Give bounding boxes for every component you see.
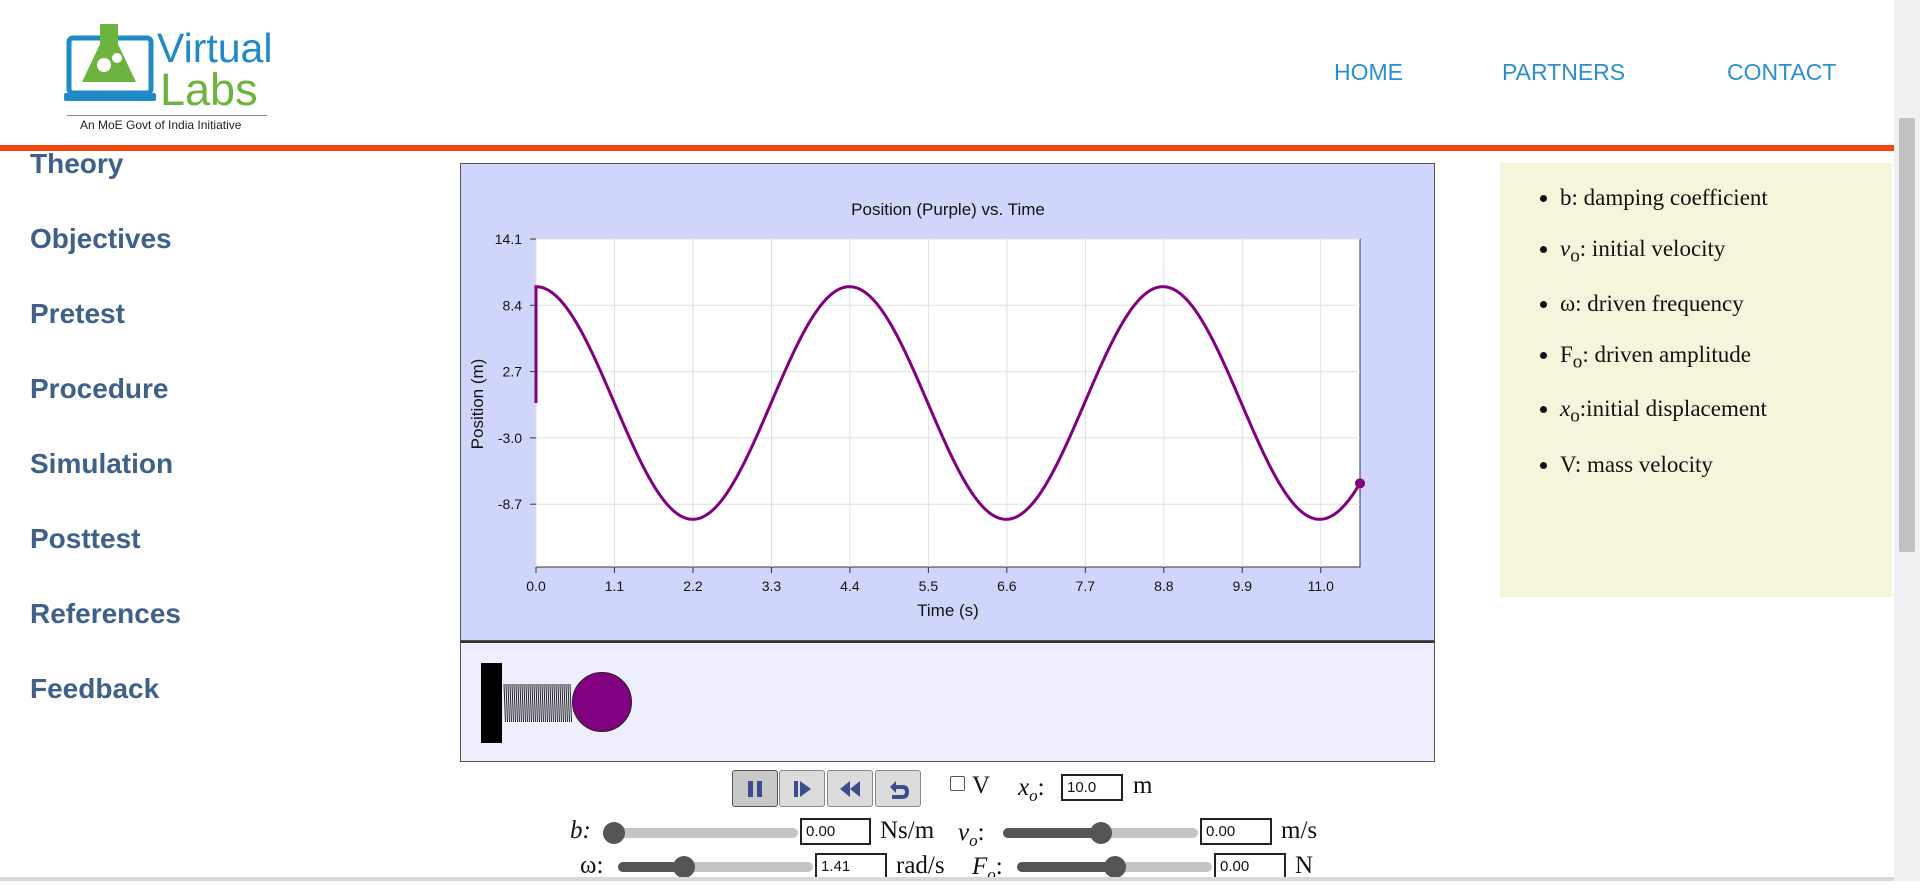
v0-unit: m/s bbox=[1281, 817, 1318, 844]
F0-slider-thumb[interactable] bbox=[1103, 856, 1126, 878]
spring-mass-simulation bbox=[460, 641, 1435, 762]
vertical-scrollbar-thumb[interactable] bbox=[1899, 118, 1915, 552]
v0-label: vo: bbox=[958, 819, 985, 850]
sidebar-item-simulation[interactable]: Simulation bbox=[30, 447, 173, 481]
step-forward-icon bbox=[794, 781, 811, 797]
x-tick-label: 3.3 bbox=[762, 578, 782, 594]
pause-button[interactable] bbox=[732, 770, 778, 807]
x-tick-label: 11.0 bbox=[1308, 578, 1334, 594]
F0-label: Fo: bbox=[972, 853, 1003, 884]
v-checkbox[interactable] bbox=[950, 776, 965, 791]
symbol-legend-panel: b: damping coefficient vo: initial veloc… bbox=[1500, 163, 1892, 597]
position-chart-panel: Position (Purple) vs. Time 0.0 1.1 2.2 3.3 4… bbox=[460, 163, 1435, 641]
step-forward-button[interactable] bbox=[779, 770, 825, 807]
x-tick-label: 0.0 bbox=[526, 578, 546, 594]
y-tick-label: 2.7 bbox=[503, 364, 523, 380]
sidebar-item-theory[interactable]: Theory bbox=[30, 147, 123, 181]
sidebar-item-posttest[interactable]: Posttest bbox=[30, 522, 140, 556]
logo-virtual: Virtual bbox=[157, 25, 273, 71]
sidebar-item-references[interactable]: References bbox=[30, 597, 181, 631]
series-end-point bbox=[1355, 478, 1365, 489]
pause-icon bbox=[748, 781, 762, 797]
rewind-button[interactable] bbox=[827, 770, 873, 807]
x-tick-label: 1.1 bbox=[605, 578, 625, 594]
plot-area bbox=[535, 238, 1361, 568]
y-tick-label: -3.0 bbox=[498, 430, 522, 446]
rewind-icon bbox=[840, 781, 860, 797]
x-tick-label: 2.2 bbox=[683, 578, 703, 594]
sidebar-item-procedure[interactable]: Procedure bbox=[30, 372, 169, 406]
logo-labs: Labs bbox=[160, 64, 258, 115]
x0-unit: m bbox=[1133, 772, 1153, 799]
v0-slider-fill bbox=[1003, 828, 1101, 838]
list-item: b: damping coefficient bbox=[1560, 185, 1768, 217]
vertical-scrollbar[interactable] bbox=[1894, 0, 1920, 881]
b-unit: Ns/m bbox=[880, 817, 935, 844]
omega-input[interactable]: 1.41 bbox=[815, 853, 887, 880]
sidebar-item-feedback[interactable]: Feedback bbox=[30, 672, 159, 706]
v0-input[interactable]: 0.00 bbox=[1200, 818, 1272, 845]
x-tick-label: 4.4 bbox=[840, 578, 860, 594]
nav-partners[interactable]: PARTNERS bbox=[1502, 58, 1625, 86]
x-tick-label: 6.6 bbox=[997, 578, 1017, 594]
sidebar-item-objectives[interactable]: Objectives bbox=[30, 222, 172, 256]
list-item: ω: driven frequency bbox=[1560, 291, 1744, 323]
F0-slider[interactable] bbox=[1017, 856, 1212, 878]
chart-title: Position (Purple) vs. Time bbox=[851, 200, 1045, 219]
spring-icon bbox=[503, 683, 572, 723]
list-item: V: mass velocity bbox=[1560, 452, 1713, 484]
y-axis-ticks: 14.1 8.4 2.7 -3.0 -8.7 bbox=[495, 231, 536, 512]
logo-tagline: An MoE Govt of India Initiative bbox=[80, 118, 242, 132]
x0-input[interactable]: 10.0 bbox=[1061, 774, 1123, 801]
sidebar-item-pretest[interactable]: Pretest bbox=[30, 297, 125, 331]
y-tick-label: 8.4 bbox=[503, 297, 523, 313]
b-input[interactable]: 0.00 bbox=[800, 818, 871, 845]
wall bbox=[481, 663, 502, 743]
x-axis-label: Time (s) bbox=[917, 601, 979, 620]
x0-label: xo: bbox=[1018, 774, 1045, 805]
reset-button[interactable] bbox=[875, 770, 921, 807]
list-item: vo: initial velocity bbox=[1560, 236, 1725, 268]
x-axis-ticks: 0.0 1.1 2.2 3.3 4.4 5.5 6.6 7.7 8.8 9.9 11.0 bbox=[526, 567, 1334, 594]
F0-input[interactable]: 0.00 bbox=[1214, 853, 1286, 880]
v0-slider[interactable] bbox=[1003, 822, 1198, 844]
position-time-chart: Position (Purple) vs. Time 0.0 1.1 2.2 3.3 4… bbox=[468, 200, 1365, 620]
x-tick-label: 9.9 bbox=[1233, 578, 1253, 594]
y-tick-label: -8.7 bbox=[498, 496, 522, 512]
x-tick-label: 7.7 bbox=[1076, 578, 1096, 594]
flask-monitor-icon bbox=[64, 24, 156, 101]
omega-slider[interactable] bbox=[618, 856, 813, 878]
nav-home[interactable]: HOME bbox=[1334, 58, 1403, 86]
b-slider[interactable] bbox=[603, 822, 798, 844]
mass-ball[interactable] bbox=[572, 672, 632, 732]
y-axis-label: Position (m) bbox=[468, 359, 487, 450]
F0-slider-fill bbox=[1017, 862, 1115, 872]
b-slider-thumb[interactable] bbox=[603, 822, 625, 844]
list-item: Fo: driven amplitude bbox=[1560, 342, 1751, 374]
horizontal-scrollbar[interactable] bbox=[0, 877, 1894, 881]
undo-icon bbox=[890, 781, 909, 799]
nav-contact[interactable]: CONTACT bbox=[1727, 58, 1836, 86]
x-tick-label: 5.5 bbox=[919, 578, 939, 594]
b-label: b: bbox=[570, 817, 591, 844]
x-tick-label: 8.8 bbox=[1154, 578, 1174, 594]
omega-slider-thumb[interactable] bbox=[673, 856, 696, 878]
logo-divider bbox=[67, 115, 267, 116]
v0-slider-thumb[interactable] bbox=[1089, 822, 1112, 844]
site-header: Virtual Labs An MoE Govt of India Initia… bbox=[0, 0, 1894, 151]
list-item: xo:initial displacement bbox=[1560, 396, 1767, 428]
virtual-labs-logo[interactable]: Virtual Labs An MoE Govt of India Initia… bbox=[64, 20, 273, 138]
y-tick-label: 14.1 bbox=[495, 231, 522, 247]
v-checkbox-label: V bbox=[972, 772, 991, 799]
